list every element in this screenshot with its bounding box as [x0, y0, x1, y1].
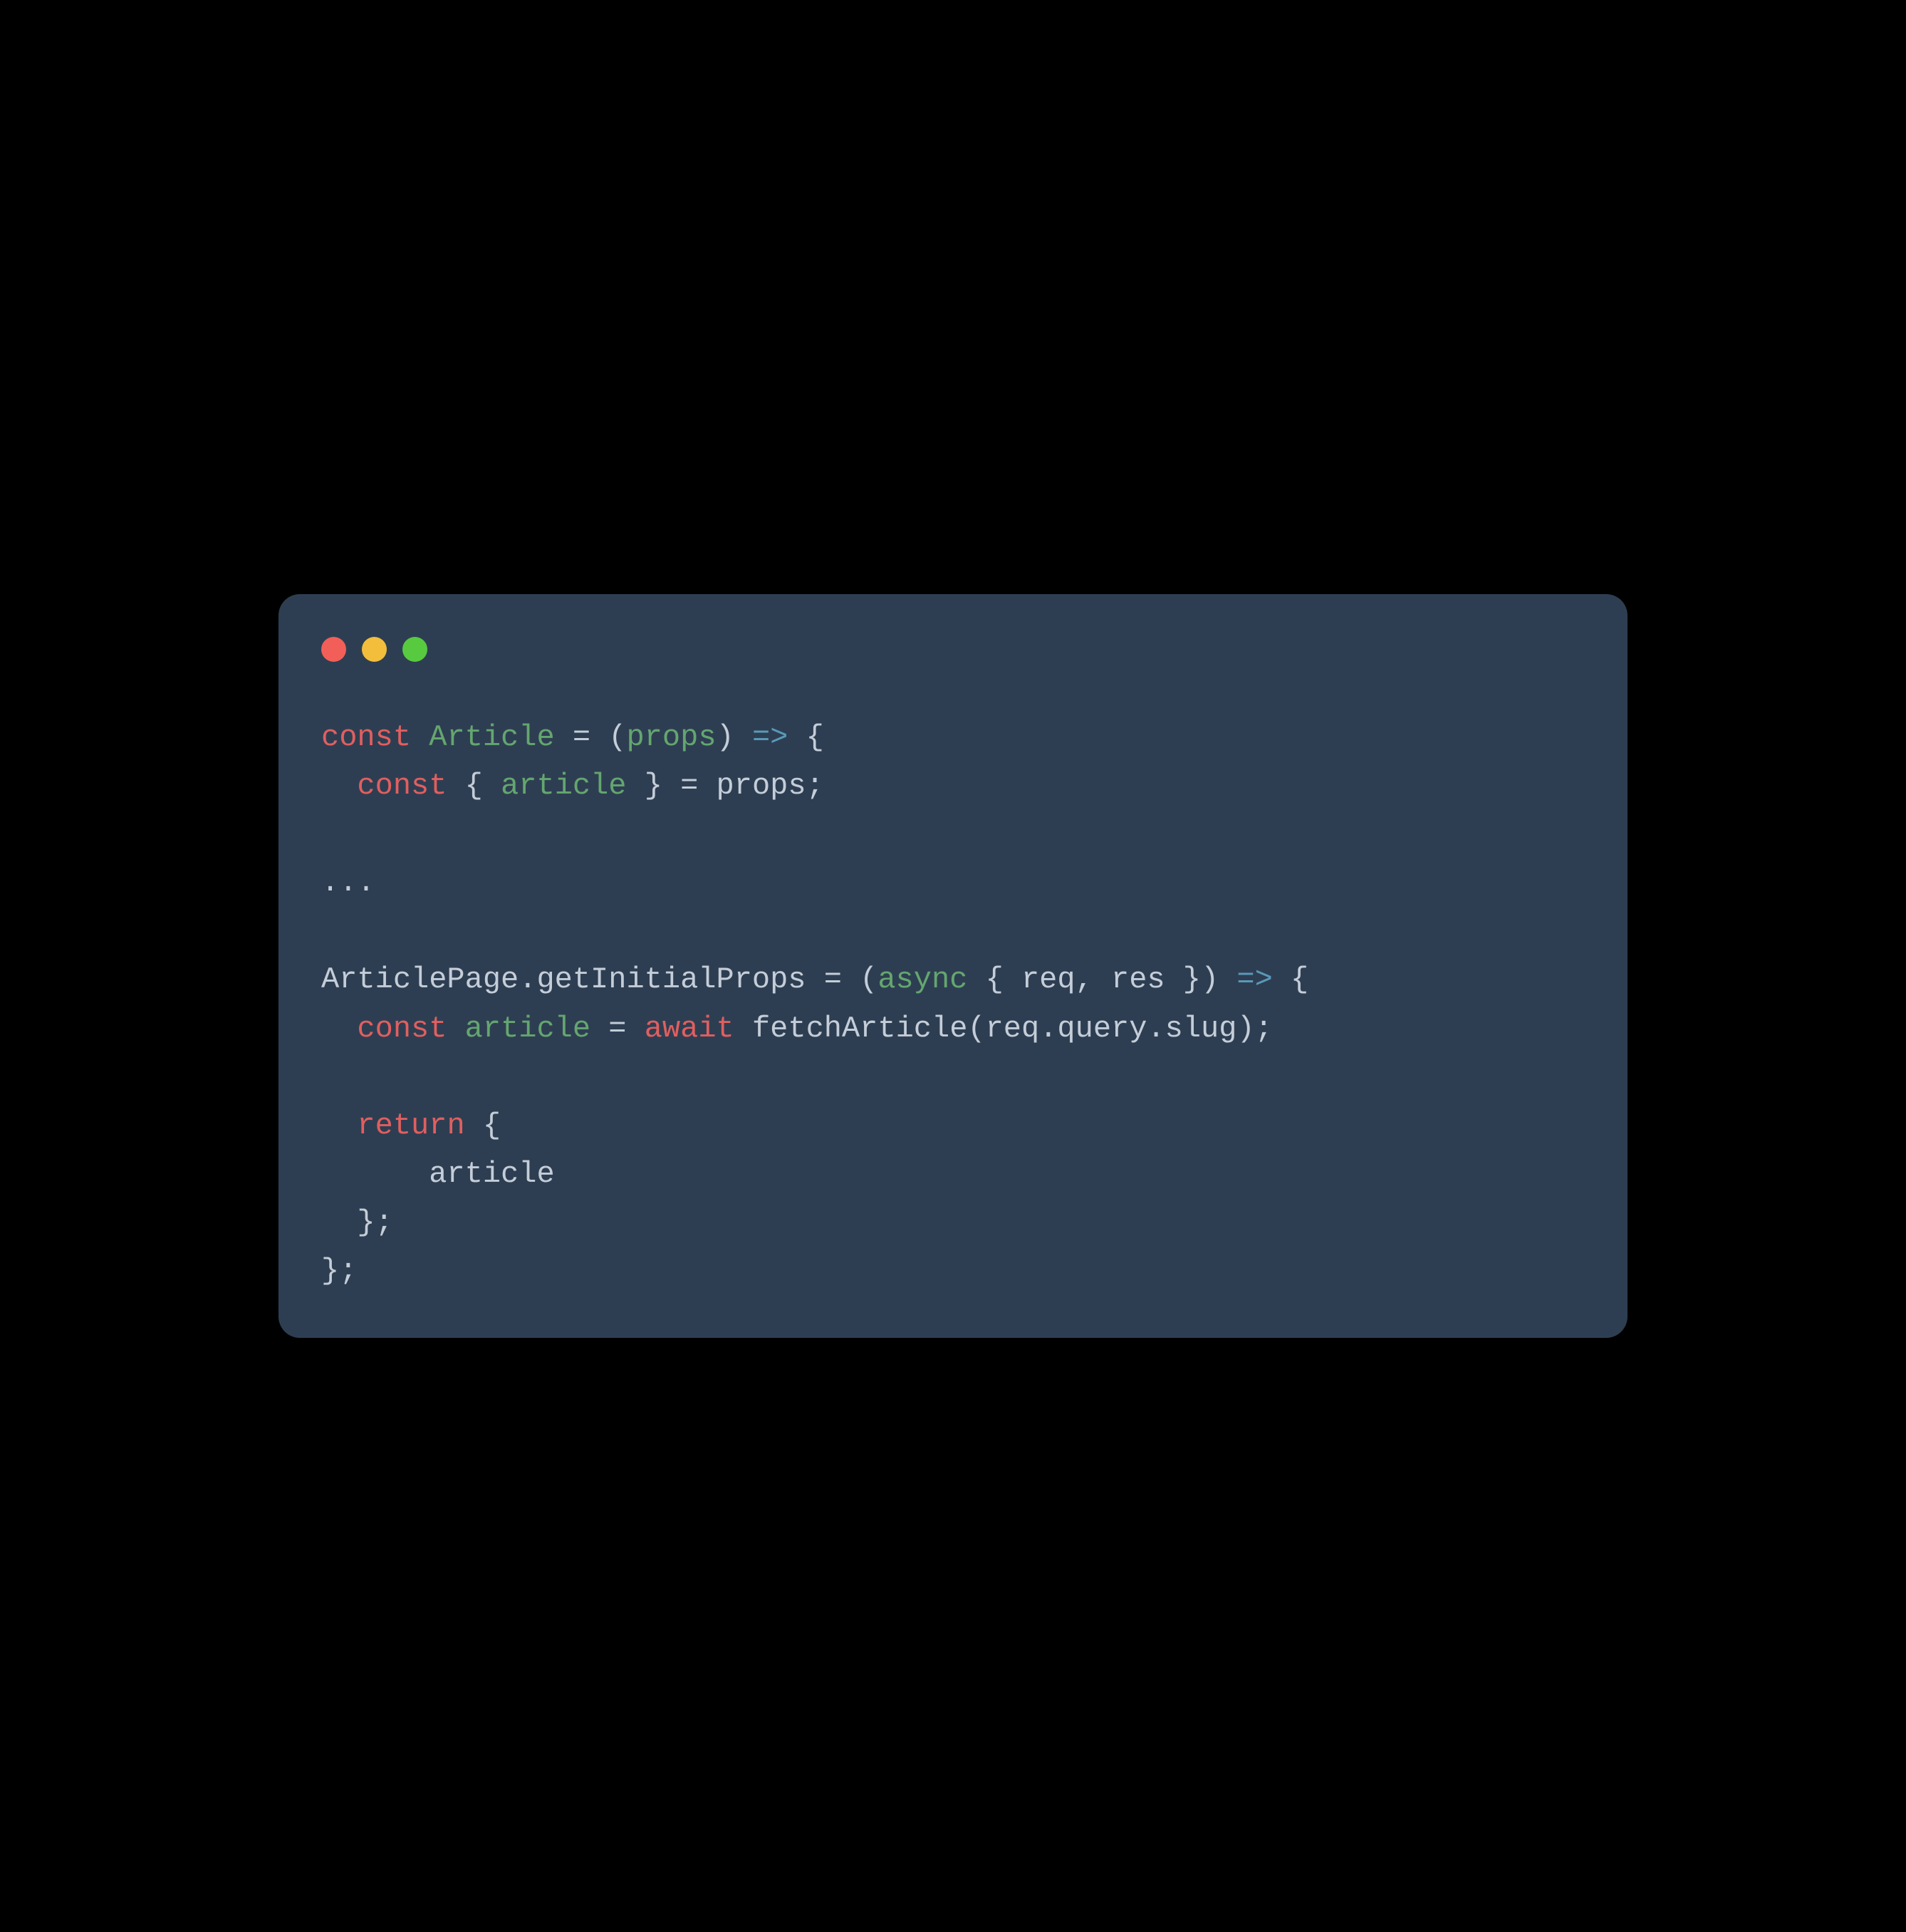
code-token: { — [788, 720, 823, 754]
code-token — [321, 769, 357, 803]
code-token: ArticlePage.getInitialProps = ( — [321, 962, 878, 997]
code-line: ArticlePage.getInitialProps = (async { r… — [321, 955, 1585, 1004]
code-line: }; — [321, 1198, 1585, 1247]
code-window: const Article = (props) => { const { art… — [278, 594, 1628, 1337]
code-token: { — [447, 769, 501, 803]
code-token: { — [465, 1108, 501, 1143]
code-token: Article — [429, 720, 554, 754]
code-token: => — [752, 720, 788, 754]
code-line: return { — [321, 1101, 1585, 1150]
code-token: }; — [321, 1254, 357, 1288]
code-line — [321, 1053, 1585, 1101]
code-token: const — [357, 1012, 464, 1046]
code-line: }; — [321, 1247, 1585, 1295]
code-line: article — [321, 1150, 1585, 1198]
code-token: return — [357, 1108, 464, 1143]
code-line — [321, 810, 1585, 858]
minimize-icon[interactable] — [362, 637, 387, 662]
code-line: const article = await fetchArticle(req.q… — [321, 1004, 1585, 1053]
code-token: { req, res }) — [967, 962, 1236, 997]
code-token: const — [321, 720, 429, 754]
code-block: const Article = (props) => { const { art… — [321, 713, 1585, 1294]
code-token: fetchArticle(req.query.slug); — [734, 1012, 1273, 1046]
code-line: const { article } = props; — [321, 762, 1585, 810]
code-token: async — [878, 962, 967, 997]
code-token: props — [627, 720, 717, 754]
code-token: } = props; — [627, 769, 824, 803]
code-token: await — [645, 1012, 734, 1046]
code-token — [321, 1108, 357, 1143]
code-token: { — [1273, 962, 1308, 997]
code-token — [321, 1012, 357, 1046]
maximize-icon[interactable] — [402, 637, 427, 662]
code-line: ... — [321, 858, 1585, 907]
window-titlebar — [321, 637, 1585, 662]
code-token: const — [357, 769, 447, 803]
code-token: article — [321, 1157, 555, 1191]
code-line — [321, 907, 1585, 955]
code-line: const Article = (props) => { — [321, 713, 1585, 762]
code-token: ) — [717, 720, 752, 754]
code-token: => — [1236, 962, 1272, 997]
code-token: }; — [321, 1205, 393, 1240]
code-token: = ( — [555, 720, 627, 754]
code-token: = — [590, 1012, 645, 1046]
code-token: article — [465, 1012, 590, 1046]
code-token: article — [501, 769, 626, 803]
close-icon[interactable] — [321, 637, 346, 662]
code-token: ... — [321, 866, 375, 900]
